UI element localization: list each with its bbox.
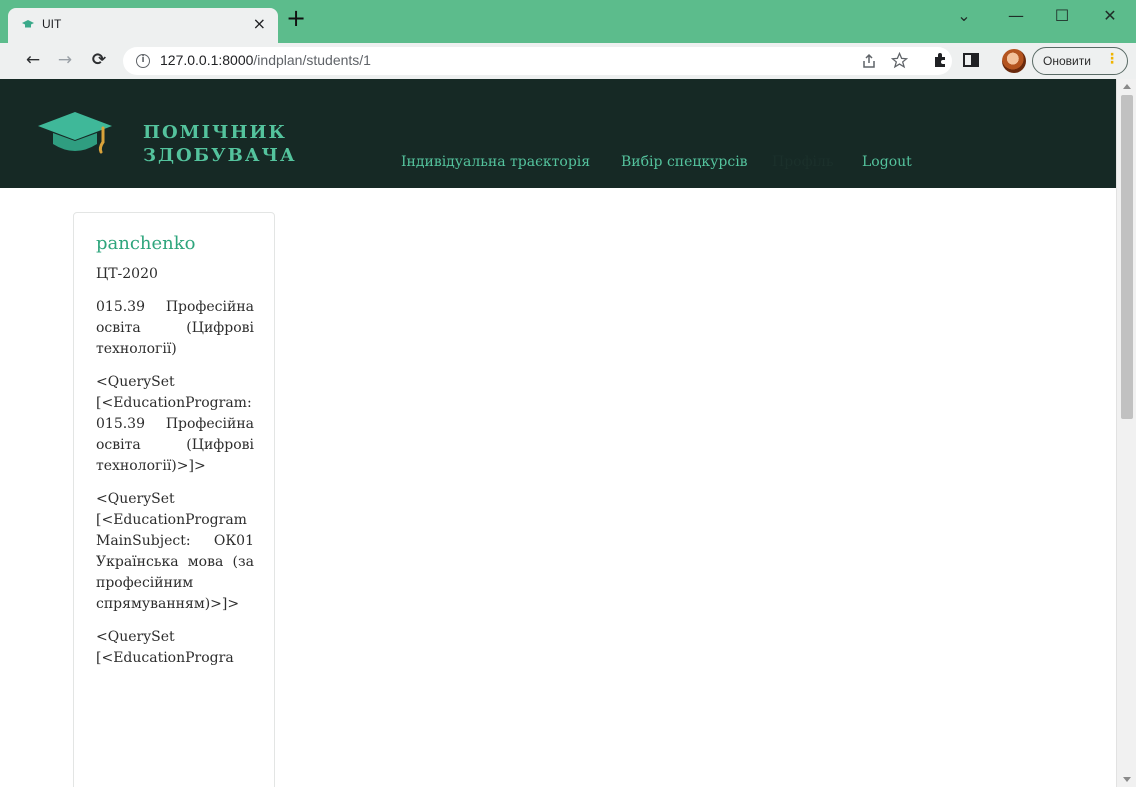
brand-name[interactable]: ПОМІЧНИК ЗДОБУВАЧА: [143, 121, 297, 167]
scroll-up-arrow-icon[interactable]: [1123, 84, 1131, 89]
close-tab-icon[interactable]: ×: [253, 14, 266, 33]
url-host: 127.0.0.1:8000: [160, 52, 254, 68]
url-text: 127.0.0.1:8000/indplan/students/1: [160, 52, 371, 68]
browser-toolbar: ← → ⟳ i 127.0.0.1:8000/indplan/students/…: [0, 43, 1136, 79]
nav-special-courses[interactable]: Вибір спецкурсів: [621, 154, 748, 170]
site-header: ПОМІЧНИК ЗДОБУВАЧА Індивідуальна траєкто…: [0, 79, 1116, 188]
page-content: panchenko ЦТ-2020 015.39 Професійна осві…: [0, 188, 1116, 787]
close-window-button[interactable]: ✕: [1094, 2, 1126, 32]
tab-title: UIT: [42, 17, 62, 31]
back-button[interactable]: ←: [22, 49, 44, 71]
browser-titlebar: UIT × + ⌄ — ☐ ✕: [0, 0, 1136, 43]
tab-search-chevron-icon[interactable]: ⌄: [952, 2, 976, 32]
graduation-cap-icon: [22, 20, 34, 28]
student-username: panchenko: [96, 233, 196, 254]
share-icon[interactable]: [861, 53, 877, 69]
side-panel-icon[interactable]: [962, 51, 980, 69]
update-label: Оновити: [1043, 54, 1091, 68]
student-card-body: panchenko ЦТ-2020 015.39 Професійна осві…: [96, 233, 254, 681]
queryset-partial: <QuerySet [<EducationProgra: [96, 629, 234, 666]
page-scrollbar[interactable]: [1116, 79, 1136, 787]
more-menu-icon[interactable]: ⋮: [1105, 51, 1119, 67]
nav-individual-trajectory[interactable]: Індивідуальна траєкторія: [401, 154, 590, 170]
student-group: ЦТ-2020: [96, 266, 158, 282]
bookmark-star-icon[interactable]: [891, 52, 908, 69]
reload-button[interactable]: ⟳: [88, 49, 110, 71]
profile-avatar[interactable]: [1002, 49, 1026, 73]
student-profile-card: panchenko ЦТ-2020 015.39 Професійна осві…: [73, 212, 275, 787]
forward-button[interactable]: →: [54, 49, 76, 71]
nav-profile[interactable]: Профіль: [772, 154, 834, 170]
graduation-cap-logo-icon[interactable]: [35, 106, 115, 156]
extensions-puzzle-icon[interactable]: [932, 51, 950, 69]
url-path: /indplan/students/1: [253, 52, 371, 68]
queryset-program: <QuerySet [<EducationProgram: 015.39 Про…: [96, 374, 254, 474]
brand-line-2: ЗДОБУВАЧА: [143, 145, 297, 166]
nav-logout[interactable]: Logout: [862, 154, 912, 170]
minimize-window-button[interactable]: —: [1000, 2, 1032, 32]
brand-line-1: ПОМІЧНИК: [143, 122, 287, 143]
new-tab-button[interactable]: +: [284, 6, 308, 30]
scrollbar-thumb[interactable]: [1121, 95, 1133, 419]
student-program: 015.39 Професійна освіта (Цифрові технол…: [96, 299, 254, 357]
browser-tab[interactable]: UIT ×: [8, 8, 278, 43]
site-info-icon[interactable]: i: [136, 54, 150, 68]
address-bar[interactable]: i 127.0.0.1:8000/indplan/students/1: [123, 47, 952, 75]
queryset-subject: <QuerySet [<EducationProgramMainSubject:…: [96, 491, 254, 612]
scroll-down-arrow-icon[interactable]: [1123, 777, 1131, 782]
update-browser-button[interactable]: Оновити ⋮: [1032, 47, 1128, 75]
maximize-window-button[interactable]: ☐: [1046, 2, 1078, 32]
